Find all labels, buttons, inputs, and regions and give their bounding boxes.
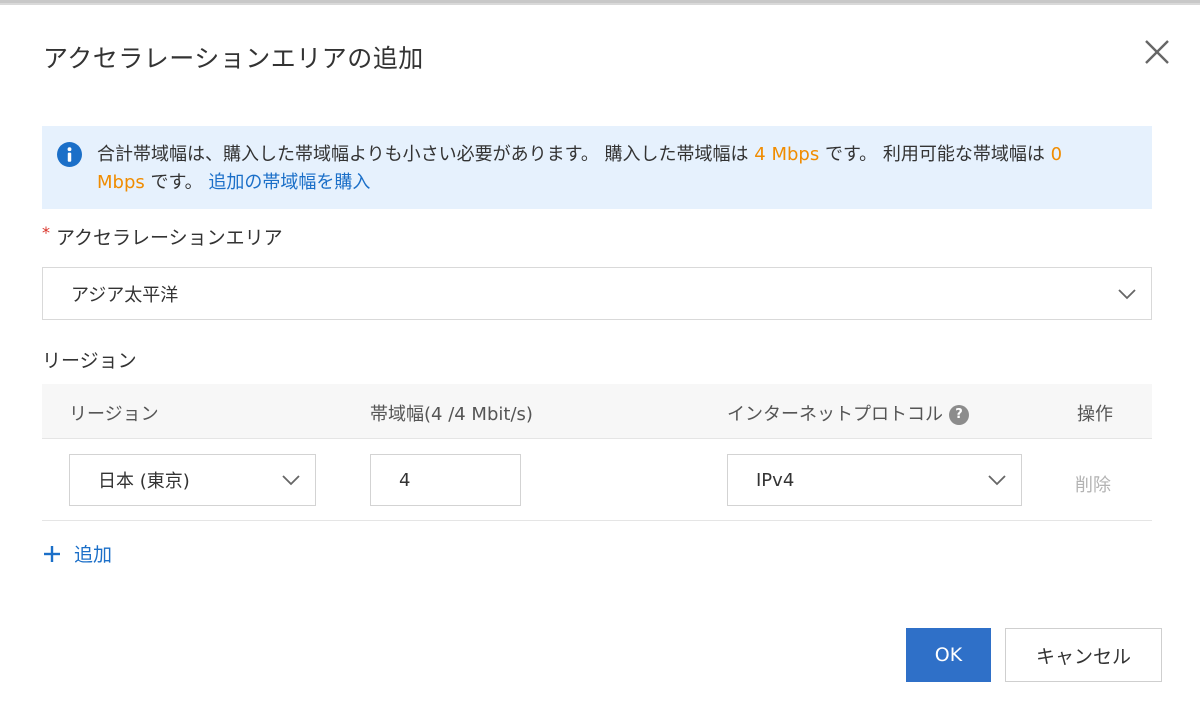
info-icon (57, 142, 82, 167)
cancel-button[interactable]: キャンセル (1005, 628, 1162, 682)
buy-bandwidth-link[interactable]: 追加の帯域幅を購入 (208, 172, 370, 193)
protocol-header-text: インターネットプロトコル (727, 404, 943, 425)
area-select-value: アジア太平洋 (71, 284, 179, 306)
bandwidth-notice: 合計帯域幅は、購入した帯域幅よりも小さい必要があります。 購入した帯域幅は 4 … (42, 126, 1152, 209)
add-region-button[interactable]: 追加 (42, 540, 112, 567)
add-region-label: 追加 (74, 544, 113, 566)
chevron-down-icon (988, 475, 1006, 486)
chevron-down-icon (282, 475, 300, 486)
region-table-header: リージョン 帯域幅(4 /4 Mbit/s) インターネットプロトコル? 操作 (42, 384, 1152, 439)
bandwidth-input[interactable]: 4 (370, 454, 521, 506)
column-header-protocol: インターネットプロトコル? (727, 400, 969, 426)
area-field-label: * アクセラレーションエリア (42, 223, 283, 250)
column-header-action: 操作 (1077, 404, 1113, 425)
column-header-region: リージョン (69, 404, 159, 425)
notice-text: です。 利用可能な帯域幅は (819, 144, 1051, 165)
notice-text: 合計帯域幅は、購入した帯域幅よりも小さい必要があります。 購入した帯域幅は (97, 144, 755, 165)
notice-text: です。 (144, 172, 209, 193)
table-row: 日本 (東京) 4 IPv4 削除 (42, 439, 1152, 521)
dialog-title: アクセラレーションエリアの追加 (43, 44, 424, 73)
column-header-bandwidth: 帯域幅(4 /4 Mbit/s) (370, 404, 533, 425)
region-section-label: リージョン (42, 350, 137, 372)
required-mark: * (42, 223, 50, 242)
region-select-value: 日本 (東京) (98, 471, 190, 492)
plus-icon (44, 545, 60, 562)
area-label-text: アクセラレーションエリア (56, 227, 283, 249)
region-select[interactable]: 日本 (東京) (69, 454, 316, 506)
chevron-down-icon (1118, 289, 1136, 300)
add-acceleration-area-dialog: アクセラレーションエリアの追加 合計帯域幅は、購入した帯域幅よりも小さい必要があ… (0, 5, 1200, 707)
close-button[interactable] (1142, 37, 1172, 67)
close-icon (1145, 40, 1169, 64)
delete-row-button[interactable]: 削除 (1075, 471, 1111, 497)
ok-button[interactable]: OK (906, 628, 991, 682)
help-icon[interactable]: ? (949, 405, 969, 425)
protocol-select[interactable]: IPv4 (727, 454, 1022, 506)
acceleration-area-select[interactable]: アジア太平洋 (42, 267, 1152, 320)
bandwidth-input-value: 4 (399, 469, 411, 491)
purchased-bandwidth: 4 Mbps (754, 144, 820, 165)
protocol-select-value: IPv4 (756, 469, 795, 491)
